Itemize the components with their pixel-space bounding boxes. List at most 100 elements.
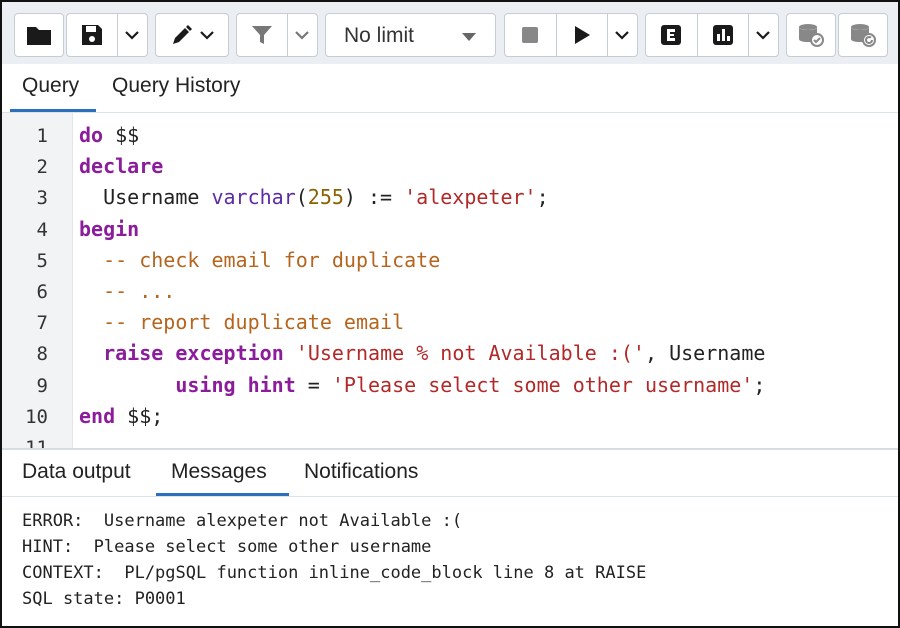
line-number: 6 — [36, 281, 48, 303]
code-line: -- ... — [79, 279, 175, 303]
error-message: ERROR: Username alexpeter not Available … — [22, 511, 463, 531]
explain-analyze-button[interactable] — [696, 14, 748, 56]
tab-query[interactable]: Query — [10, 64, 96, 112]
line-number: 2 — [36, 156, 48, 179]
code-token: -- ... — [79, 279, 176, 303]
code-token: = — [295, 372, 332, 397]
code-token: $$; — [115, 403, 164, 428]
code-token: end — [79, 403, 116, 428]
code-token: ; — [753, 372, 766, 397]
hint-message: HINT: Please select some other username — [22, 537, 432, 557]
commit-button[interactable] — [786, 13, 836, 57]
code-token: raise — [103, 341, 164, 366]
filter-icon — [251, 26, 272, 44]
code-token: 'Username % not Available :(' — [295, 341, 645, 366]
code-line: using hint = 'Please select some other u… — [79, 373, 765, 397]
code-line: raise exception 'Username % not Availabl… — [79, 341, 765, 365]
editor-tabs: Query Query History — [2, 64, 898, 113]
save-button-group — [66, 13, 148, 57]
stop-button[interactable] — [505, 14, 556, 56]
tab-notifications[interactable]: Notifications — [304, 450, 444, 496]
row-limit-value: No limit — [344, 24, 415, 47]
chevron-down-icon — [200, 31, 214, 40]
caret-down-icon — [462, 33, 476, 41]
code-token: hint — [247, 372, 296, 397]
code-token: begin — [79, 216, 140, 241]
code-token: ; — [536, 185, 549, 210]
code-line: do $$ — [79, 123, 139, 147]
tab-query-label: Query — [22, 74, 80, 97]
edit-button[interactable] — [155, 13, 229, 57]
code-token: declare — [79, 154, 164, 179]
open-file-button[interactable] — [14, 13, 64, 57]
line-number: 11 — [25, 437, 48, 448]
explain-button[interactable] — [646, 14, 697, 56]
chevron-down-icon — [756, 31, 771, 40]
code-token: ( — [295, 185, 308, 210]
execute-options-dropdown[interactable] — [606, 14, 637, 56]
save-button[interactable] — [67, 14, 117, 56]
explain-options-dropdown[interactable] — [747, 14, 778, 56]
code-line: end $$; — [79, 404, 163, 428]
execute-button[interactable] — [555, 14, 607, 56]
code-token: do — [79, 123, 104, 147]
line-number: 1 — [36, 125, 48, 147]
commit-icon — [799, 24, 824, 47]
code-token: -- report duplicate email — [79, 310, 405, 335]
code-token: ) := — [343, 185, 405, 210]
line-number: 4 — [36, 218, 48, 241]
filter-button[interactable] — [237, 14, 287, 56]
line-number: 10 — [25, 405, 48, 428]
code-token: 'alexpeter' — [404, 185, 537, 210]
code-line: -- report duplicate email — [79, 310, 404, 334]
pen-icon — [173, 25, 192, 44]
tab-data-output-label: Data output — [22, 460, 131, 483]
tab-data-output[interactable]: Data output — [22, 450, 148, 496]
code-line: -- check email for duplicate — [79, 248, 440, 272]
code-line: declare — [79, 154, 163, 178]
explain-button-group — [645, 13, 779, 57]
sql-editor[interactable]: 1 2 3 4 5 6 7 8 9 10 11 do $$ declare Username varch… — [2, 113, 898, 448]
explain-icon — [661, 25, 682, 45]
tab-query-history-label: Query History — [112, 74, 241, 97]
explain-analyze-icon — [712, 25, 733, 45]
chevron-down-icon — [295, 31, 310, 40]
toolbar: No limit — [2, 2, 898, 64]
code-token: varchar — [211, 185, 296, 210]
rollback-icon — [851, 24, 876, 47]
code-line: begin — [79, 217, 139, 241]
code-token: 'Please select some other username' — [331, 372, 754, 397]
tab-notifications-label: Notifications — [304, 460, 419, 483]
filter-options-dropdown[interactable] — [286, 14, 317, 56]
play-icon — [574, 26, 590, 44]
code-token: -- check email for duplicate — [79, 247, 441, 272]
save-icon — [81, 25, 102, 45]
line-number: 5 — [36, 249, 48, 272]
query-tool-window: No limit Query Query History 1 2 3 4 5 6… — [0, 0, 900, 628]
row-limit-select[interactable]: No limit — [325, 13, 496, 57]
tab-messages-label: Messages — [171, 460, 267, 483]
code-token: Username — [79, 185, 212, 210]
chevron-down-icon — [615, 31, 630, 40]
folder-icon — [27, 27, 51, 45]
tab-messages[interactable]: Messages — [156, 450, 289, 496]
context-message: CONTEXT: PL/pgSQL function inline_code_b… — [22, 563, 647, 583]
line-number: 7 — [36, 312, 48, 335]
code-token: using — [175, 372, 236, 397]
code-token: $$ — [103, 123, 140, 147]
line-number: 8 — [36, 343, 48, 366]
tab-query-history[interactable]: Query History — [112, 64, 262, 112]
stop-icon — [522, 27, 539, 43]
code-line: Username varchar(255) := 'alexpeter'; — [79, 185, 549, 209]
result-tabs: Data output Messages Notifications — [2, 450, 898, 497]
code-token: , Username — [644, 341, 766, 366]
save-options-dropdown[interactable] — [116, 14, 147, 56]
messages-panel: ERROR: Username alexpeter not Available … — [2, 497, 898, 626]
rollback-button[interactable] — [838, 13, 888, 57]
chevron-down-icon — [125, 31, 140, 40]
